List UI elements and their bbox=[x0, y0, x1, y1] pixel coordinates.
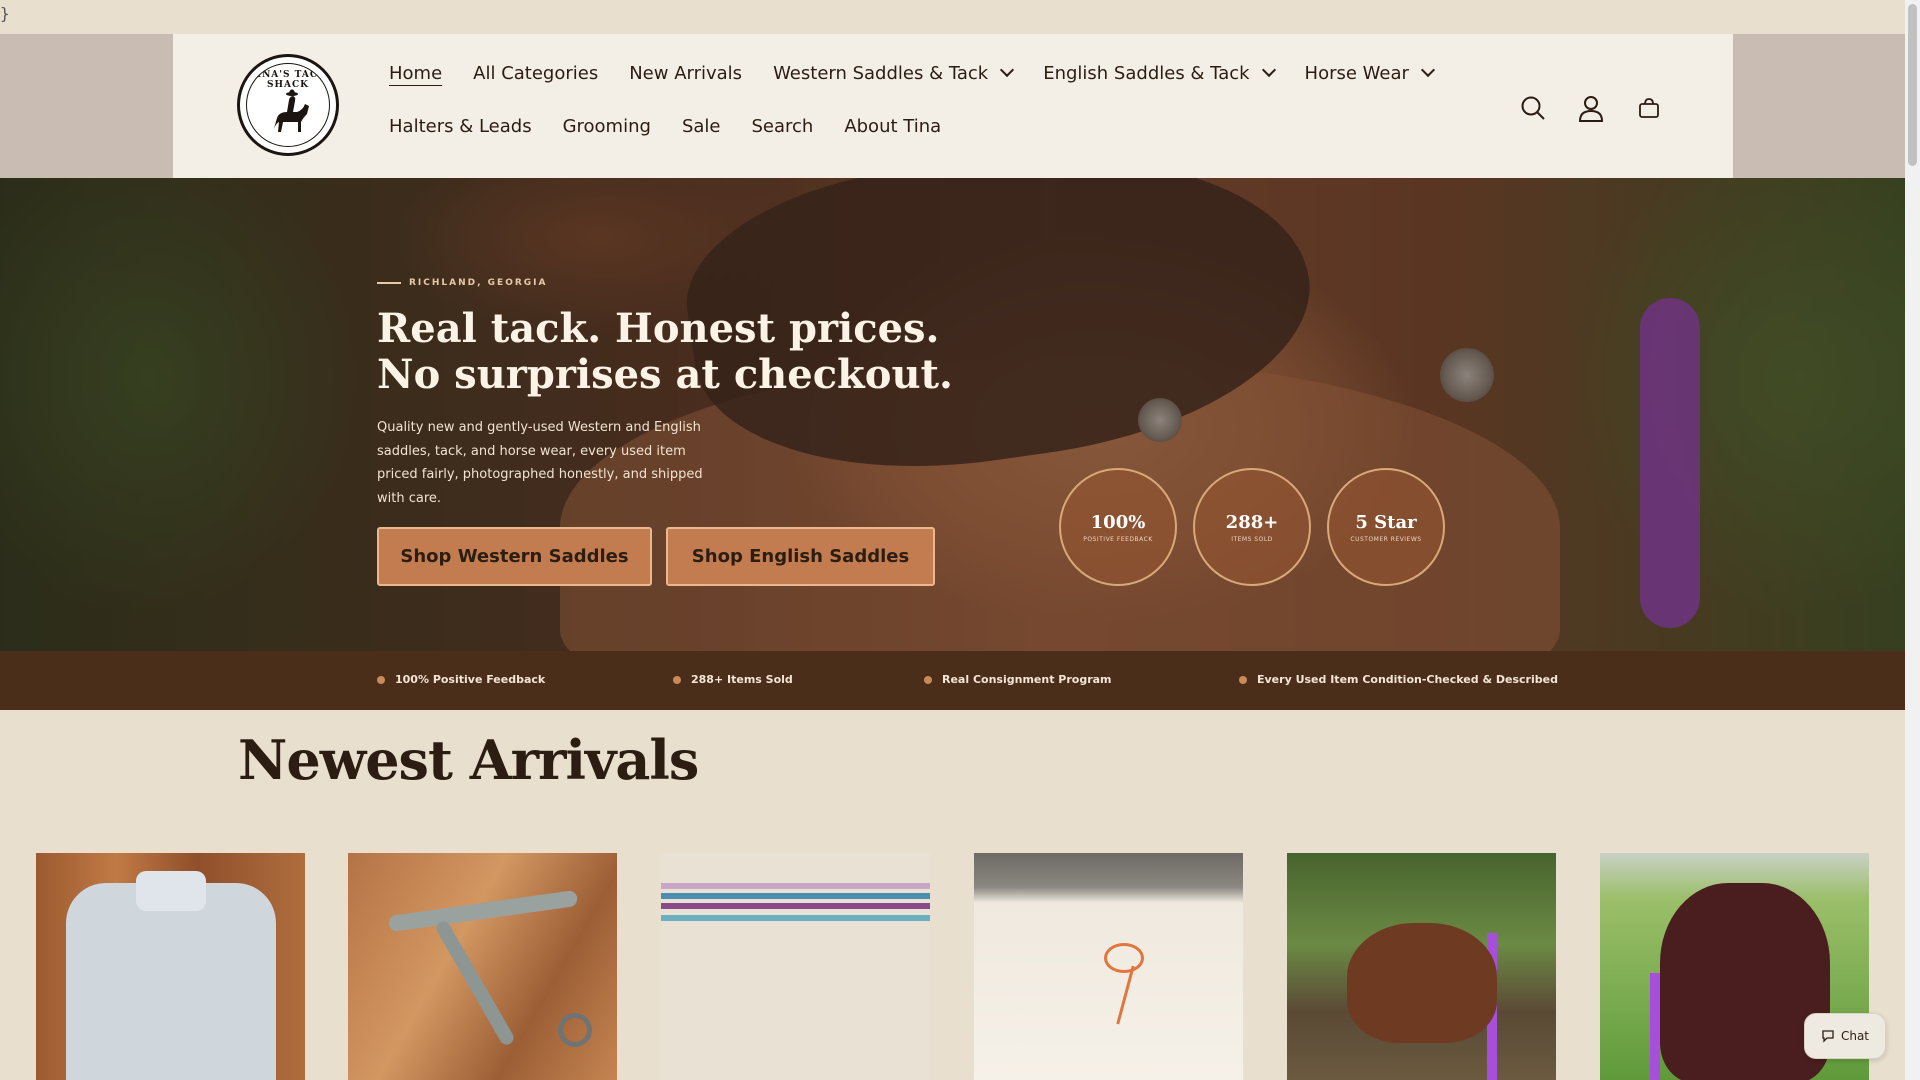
nav-item-sale[interactable]: Sale bbox=[682, 116, 721, 137]
hero-overlay bbox=[0, 178, 1905, 651]
bit-photo bbox=[387, 889, 579, 933]
stat-value: 288+ bbox=[1225, 511, 1279, 533]
stat-value: 5 Star bbox=[1355, 511, 1417, 533]
chat-button[interactable]: Chat bbox=[1804, 1013, 1886, 1059]
product-card-image[interactable] bbox=[348, 853, 617, 1080]
eyebrow-divider bbox=[377, 282, 401, 284]
nav-item-home[interactable]: Home bbox=[389, 63, 442, 84]
site-header: TINA'S TACK SHACK Home All Categories Ne… bbox=[173, 34, 1733, 178]
trust-item: 100% Positive Feedback bbox=[377, 673, 545, 686]
nav-item-label: All Categories bbox=[473, 62, 599, 84]
nav-item-halters-leads[interactable]: Halters & Leads bbox=[389, 116, 532, 137]
main-navigation: Home All Categories New Arrivals Western… bbox=[389, 56, 1435, 162]
trust-item-label: 288+ Items Sold bbox=[691, 673, 793, 686]
cart-icon[interactable] bbox=[1633, 92, 1665, 124]
ribbon-tie-photo bbox=[1104, 943, 1144, 973]
newest-arrivals-heading: Newest Arrivals bbox=[238, 728, 699, 792]
nav-item-label: About Tina bbox=[844, 115, 942, 137]
chevron-down-icon bbox=[1000, 62, 1015, 78]
product-card-image[interactable] bbox=[36, 853, 305, 1080]
stat-badge-feedback: 100% POSITIVE FEEDBACK bbox=[1059, 468, 1177, 586]
hero-banner: RICHLAND, GEORGIA Real tack. Honest pric… bbox=[0, 178, 1905, 651]
bullet-dot-icon bbox=[377, 675, 385, 684]
trust-item: Real Consignment Program bbox=[924, 673, 1112, 686]
nav-item-grooming[interactable]: Grooming bbox=[563, 116, 651, 137]
nav-item-label: Home bbox=[389, 62, 443, 84]
nav-item-label: English Saddles & Tack bbox=[1043, 62, 1250, 84]
hero-title: Real tack. Honest prices. No surprises a… bbox=[377, 305, 953, 398]
nav-item-about-tina[interactable]: About Tina bbox=[844, 116, 941, 137]
trust-item: 288+ Items Sold bbox=[673, 673, 793, 686]
chevron-down-icon bbox=[1261, 62, 1276, 78]
nav-item-search[interactable]: Search bbox=[751, 116, 813, 137]
nav-item-horse-wear[interactable]: Horse Wear bbox=[1304, 62, 1435, 84]
product-card-image[interactable] bbox=[974, 853, 1243, 1080]
nav-item-label: Horse Wear bbox=[1304, 62, 1409, 84]
stray-brace-text: } bbox=[0, 4, 10, 23]
stat-value: 100% bbox=[1090, 511, 1146, 533]
trust-item: Every Used Item Condition-Checked & Desc… bbox=[1239, 673, 1558, 686]
chat-label: Chat bbox=[1840, 1029, 1870, 1043]
bullet-dot-icon bbox=[673, 675, 681, 684]
nav-item-label: Sale bbox=[681, 115, 721, 137]
nav-item-label: Grooming bbox=[562, 115, 651, 137]
product-grid bbox=[36, 853, 1876, 1080]
trust-item-label: Real Consignment Program bbox=[942, 673, 1112, 686]
ribbon-tail-photo bbox=[1116, 965, 1135, 1025]
page-scrollbar[interactable] bbox=[1905, 0, 1920, 1080]
nav-item-label: Halters & Leads bbox=[389, 115, 532, 137]
chat-bubble-icon bbox=[1822, 1030, 1834, 1043]
stat-label: ITEMS SOLD bbox=[1231, 535, 1273, 543]
nav-item-all-categories[interactable]: All Categories bbox=[473, 63, 598, 84]
rack-photo bbox=[1650, 973, 1660, 1080]
shirt-collar-photo bbox=[136, 871, 206, 911]
logo-text: TINA'S TACK SHACK bbox=[249, 70, 327, 90]
blanket-stripe bbox=[661, 903, 930, 909]
stat-badge-reviews: 5 Star CUSTOMER REVIEWS bbox=[1327, 468, 1445, 586]
account-icon[interactable] bbox=[1575, 92, 1607, 124]
product-card-image[interactable] bbox=[661, 853, 930, 1080]
trust-item-label: 100% Positive Feedback bbox=[395, 673, 546, 686]
english-saddle-photo bbox=[1347, 923, 1497, 1043]
store-logo[interactable]: TINA'S TACK SHACK bbox=[237, 54, 339, 156]
nav-row-secondary: Halters & Leads Grooming Sale Search Abo… bbox=[389, 109, 1389, 143]
stat-badge-items-sold: 288+ ITEMS SOLD bbox=[1193, 468, 1311, 586]
blanket-stripe bbox=[661, 893, 930, 899]
chevron-down-icon bbox=[1420, 62, 1435, 78]
shop-western-saddles-button[interactable]: Shop Western Saddles bbox=[377, 527, 652, 586]
hero-subtitle: Quality new and gently-used Western and … bbox=[377, 420, 703, 506]
blanket-stripe bbox=[661, 915, 930, 921]
logo-badge: TINA'S TACK SHACK bbox=[246, 63, 330, 147]
bit-ring-photo bbox=[558, 1013, 592, 1047]
bullet-dot-icon bbox=[924, 675, 932, 684]
blanket-stripe bbox=[661, 883, 930, 889]
product-card-image[interactable] bbox=[1287, 853, 1556, 1080]
trust-bar: 100% Positive Feedback 288+ Items Sold R… bbox=[0, 651, 1905, 710]
nav-item-english-saddles-tack[interactable]: English Saddles & Tack bbox=[1043, 62, 1276, 84]
stat-label: CUSTOMER REVIEWS bbox=[1350, 535, 1422, 543]
horse-rider-icon bbox=[273, 89, 309, 132]
stat-label: POSITIVE FEEDBACK bbox=[1083, 535, 1153, 543]
hero-location: RICHLAND, GEORGIA bbox=[409, 278, 548, 288]
nav-item-label: New Arrivals bbox=[629, 62, 743, 84]
scrollbar-thumb[interactable] bbox=[1908, 4, 1917, 166]
bullet-dot-icon bbox=[1239, 675, 1247, 684]
nav-item-label: Search bbox=[751, 115, 814, 137]
hero-eyebrow: RICHLAND, GEORGIA bbox=[377, 278, 548, 288]
shop-english-saddles-button[interactable]: Shop English Saddles bbox=[666, 527, 935, 586]
nav-item-new-arrivals[interactable]: New Arrivals bbox=[629, 63, 742, 84]
nav-item-western-saddles-tack[interactable]: Western Saddles & Tack bbox=[773, 62, 1015, 84]
nav-row-primary: Home All Categories New Arrivals Western… bbox=[389, 56, 1435, 90]
trust-item-label: Every Used Item Condition-Checked & Desc… bbox=[1257, 673, 1558, 686]
nav-item-label: Western Saddles & Tack bbox=[773, 62, 989, 84]
header-actions bbox=[1517, 92, 1665, 124]
shirt-photo bbox=[66, 883, 276, 1080]
search-icon[interactable] bbox=[1517, 92, 1549, 124]
bit-shank-photo bbox=[433, 918, 517, 1048]
